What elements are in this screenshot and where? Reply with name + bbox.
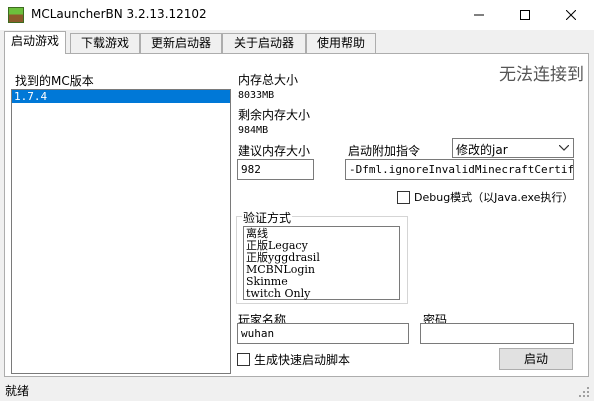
tab-launch-game[interactable]: 启动游戏 [4, 31, 66, 54]
chevron-down-icon [559, 145, 569, 151]
tab-update-launcher[interactable]: 更新启动器 [140, 33, 222, 53]
launch-args-input[interactable]: -Dfml.ignoreInvalidMinecraftCertificates… [345, 159, 574, 180]
jar-select[interactable]: 修改的jar [452, 138, 574, 158]
maximize-icon [520, 10, 530, 20]
password-input[interactable] [420, 323, 574, 344]
launch-panel: 找到的MC版本 1.7.4 内存总大小 8033MB 剩余内存大小 984MB … [4, 53, 589, 377]
maximize-button[interactable] [502, 0, 548, 30]
close-button[interactable] [548, 0, 594, 30]
total-memory-label: 内存总大小 [238, 73, 299, 87]
auth-list[interactable]: 离线 正版Legacy 正版yggdrasil MCBNLogin Skinme… [243, 226, 400, 300]
tab-help[interactable]: 使用帮助 [306, 33, 376, 53]
debug-label: Debug模式（以Java.exe执行） [414, 191, 574, 204]
minimize-icon [474, 14, 484, 16]
launch-button[interactable]: 启动 [499, 348, 573, 370]
player-name-input[interactable]: wuhan [237, 323, 409, 344]
app-icon [8, 7, 24, 23]
status-text: 就绪 [5, 384, 30, 398]
jar-select-value: 修改的jar [456, 143, 508, 157]
version-item[interactable]: 1.7.4 [12, 90, 230, 103]
connection-notice: 无法连接到 [499, 65, 584, 85]
tab-download-game[interactable]: 下载游戏 [70, 33, 140, 53]
quick-script-checkbox[interactable] [237, 353, 250, 366]
versions-label: 找到的MC版本 [15, 74, 94, 88]
quick-script-label: 生成快速启动脚本 [254, 353, 351, 367]
free-memory-label: 剩余内存大小 [238, 108, 311, 122]
window-title: MCLauncherBN 3.2.13.12102 [31, 7, 207, 21]
auth-label: 验证方式 [242, 209, 293, 226]
memory-input[interactable]: 982 [237, 159, 314, 180]
launch-args-label: 启动附加指令 [348, 144, 421, 158]
auth-item[interactable]: twitch Only [246, 288, 399, 300]
resize-grip-icon[interactable] [578, 386, 590, 398]
debug-checkbox[interactable] [397, 191, 410, 204]
free-memory-value: 984MB [238, 125, 269, 136]
connection-notice-clip: 无法连接到 [499, 60, 585, 86]
tab-about-launcher[interactable]: 关于启动器 [222, 33, 306, 53]
minimize-button[interactable] [456, 0, 502, 30]
total-memory-value: 8033MB [238, 90, 275, 101]
versions-list[interactable]: 1.7.4 [11, 89, 231, 374]
close-icon [566, 10, 576, 20]
suggest-memory-label: 建议内存大小 [238, 144, 311, 158]
title-bar: MCLauncherBN 3.2.13.12102 [0, 0, 594, 30]
